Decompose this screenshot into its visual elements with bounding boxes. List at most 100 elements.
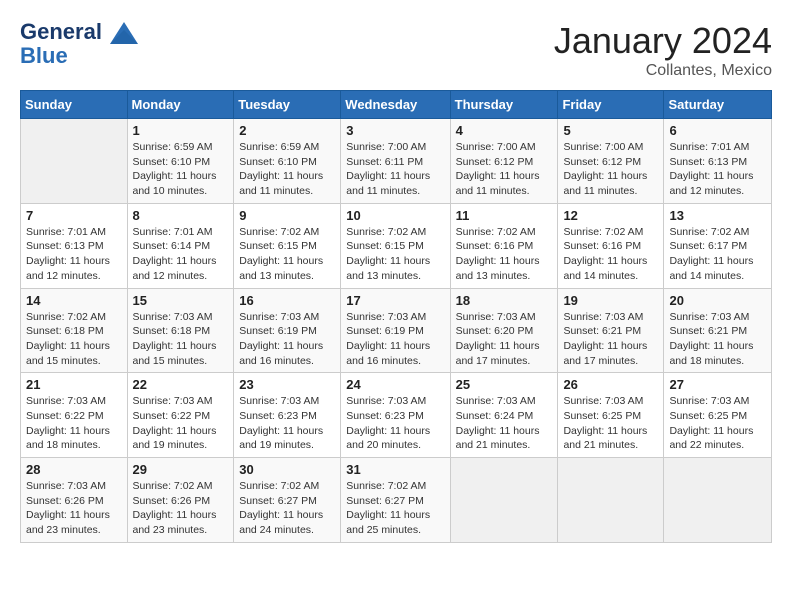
col-header-thursday: Thursday (450, 91, 558, 119)
day-number: 23 (239, 377, 335, 392)
week-row-2: 14 Sunrise: 7:02 AMSunset: 6:18 PMDayligh… (21, 288, 772, 373)
calendar-cell: 2Sunrise: 6:59 AMSunset: 6:10 PMDaylight… (234, 119, 341, 204)
cell-info: Sunrise: 7:02 AMSunset: 6:18 PMDaylight:… (26, 310, 122, 369)
calendar-cell: 3Sunrise: 7:00 AMSunset: 6:11 PMDaylight… (341, 119, 450, 204)
cell-info: Sunrise: 7:02 AMSunset: 6:17 PMDaylight:… (669, 225, 766, 284)
calendar-cell: 28 Sunrise: 7:03 AMSunset: 6:26 PMDayligh… (21, 458, 128, 543)
calendar-cell: 18 Sunrise: 7:03 AMSunset: 6:20 PMDayligh… (450, 288, 558, 373)
cell-info: Sunrise: 7:03 AMSunset: 6:22 PMDaylight:… (133, 394, 229, 453)
day-number: 12 (563, 208, 658, 223)
title-block: January 2024 Collantes, Mexico (554, 20, 772, 80)
cell-info: Sunrise: 7:00 AMSunset: 6:12 PMDaylight:… (456, 140, 553, 199)
month-title: January 2024 (554, 20, 772, 62)
calendar-cell: 9Sunrise: 7:02 AMSunset: 6:15 PMDaylight… (234, 203, 341, 288)
calendar-cell: 27 Sunrise: 7:03 AMSunset: 6:25 PMDayligh… (664, 373, 772, 458)
day-number: 20 (669, 293, 766, 308)
day-number: 29 (133, 462, 229, 477)
cell-info: Sunrise: 7:02 AMSunset: 6:27 PMDaylight:… (346, 479, 444, 538)
col-header-monday: Monday (127, 91, 234, 119)
cell-info: Sunrise: 7:03 AMSunset: 6:18 PMDaylight:… (133, 310, 229, 369)
day-number: 13 (669, 208, 766, 223)
cell-info: Sunrise: 7:01 AMSunset: 6:13 PMDaylight:… (26, 225, 122, 284)
day-number: 27 (669, 377, 766, 392)
column-headers: SundayMondayTuesdayWednesdayThursdayFrid… (21, 91, 772, 119)
day-number: 25 (456, 377, 553, 392)
cell-info: Sunrise: 7:03 AMSunset: 6:23 PMDaylight:… (346, 394, 444, 453)
calendar-cell: 25 Sunrise: 7:03 AMSunset: 6:24 PMDayligh… (450, 373, 558, 458)
cell-info: Sunrise: 7:03 AMSunset: 6:21 PMDaylight:… (563, 310, 658, 369)
logo-blue: Blue (20, 44, 138, 68)
calendar-cell: 16 Sunrise: 7:03 AMSunset: 6:19 PMDayligh… (234, 288, 341, 373)
cell-info: Sunrise: 7:01 AMSunset: 6:13 PMDaylight:… (669, 140, 766, 199)
calendar-cell: 20 Sunrise: 7:03 AMSunset: 6:21 PMDayligh… (664, 288, 772, 373)
col-header-sunday: Sunday (21, 91, 128, 119)
day-number: 24 (346, 377, 444, 392)
day-number: 6 (669, 123, 766, 138)
cell-info: Sunrise: 7:03 AMSunset: 6:26 PMDaylight:… (26, 479, 122, 538)
week-row-0: 1 Sunrise: 6:59 AMSunset: 6:10 PMDaylight… (21, 119, 772, 204)
calendar-cell: 17 Sunrise: 7:03 AMSunset: 6:19 PMDayligh… (341, 288, 450, 373)
day-number: 19 (563, 293, 658, 308)
day-number: 22 (133, 377, 229, 392)
calendar-cell: 12Sunrise: 7:02 AMSunset: 6:16 PMDayligh… (558, 203, 664, 288)
cell-info: Sunrise: 7:03 AMSunset: 6:21 PMDaylight:… (669, 310, 766, 369)
day-number: 16 (239, 293, 335, 308)
week-row-1: 7Sunrise: 7:01 AMSunset: 6:13 PMDaylight… (21, 203, 772, 288)
day-number: 28 (26, 462, 122, 477)
col-header-wednesday: Wednesday (341, 91, 450, 119)
calendar-body: 1 Sunrise: 6:59 AMSunset: 6:10 PMDaylight… (21, 119, 772, 543)
calendar-cell: 6 Sunrise: 7:01 AMSunset: 6:13 PMDaylight… (664, 119, 772, 204)
calendar-cell: 21Sunrise: 7:03 AMSunset: 6:22 PMDayligh… (21, 373, 128, 458)
day-number: 11 (456, 208, 553, 223)
cell-info: Sunrise: 7:02 AMSunset: 6:16 PMDaylight:… (456, 225, 553, 284)
cell-info: Sunrise: 7:03 AMSunset: 6:25 PMDaylight:… (669, 394, 766, 453)
calendar-cell: 15 Sunrise: 7:03 AMSunset: 6:18 PMDayligh… (127, 288, 234, 373)
cell-info: Sunrise: 7:00 AMSunset: 6:11 PMDaylight:… (346, 140, 444, 199)
day-number: 4 (456, 123, 553, 138)
col-header-tuesday: Tuesday (234, 91, 341, 119)
cell-info: Sunrise: 7:03 AMSunset: 6:25 PMDaylight:… (563, 394, 658, 453)
calendar-cell: 4 Sunrise: 7:00 AMSunset: 6:12 PMDaylight… (450, 119, 558, 204)
calendar-cell: 19 Sunrise: 7:03 AMSunset: 6:21 PMDayligh… (558, 288, 664, 373)
calendar-cell: 26Sunrise: 7:03 AMSunset: 6:25 PMDayligh… (558, 373, 664, 458)
calendar-cell: 10Sunrise: 7:02 AMSunset: 6:15 PMDayligh… (341, 203, 450, 288)
day-number: 15 (133, 293, 229, 308)
day-number: 31 (346, 462, 444, 477)
calendar-cell: 14 Sunrise: 7:02 AMSunset: 6:18 PMDayligh… (21, 288, 128, 373)
calendar-cell (21, 119, 128, 204)
page-header: General Blue January 2024 Collantes, Mex… (20, 20, 772, 80)
day-number: 21 (26, 377, 122, 392)
day-number: 18 (456, 293, 553, 308)
cell-info: Sunrise: 7:03 AMSunset: 6:23 PMDaylight:… (239, 394, 335, 453)
calendar-cell: 11 Sunrise: 7:02 AMSunset: 6:16 PMDayligh… (450, 203, 558, 288)
day-number: 30 (239, 462, 335, 477)
day-number: 1 (133, 123, 229, 138)
calendar-cell: 23 Sunrise: 7:03 AMSunset: 6:23 PMDayligh… (234, 373, 341, 458)
day-number: 8 (133, 208, 229, 223)
calendar-cell: 5Sunrise: 7:00 AMSunset: 6:12 PMDaylight… (558, 119, 664, 204)
day-number: 17 (346, 293, 444, 308)
location: Collantes, Mexico (554, 62, 772, 80)
cell-info: Sunrise: 7:03 AMSunset: 6:24 PMDaylight:… (456, 394, 553, 453)
day-number: 10 (346, 208, 444, 223)
calendar-cell: 24 Sunrise: 7:03 AMSunset: 6:23 PMDayligh… (341, 373, 450, 458)
week-row-3: 21 Sunrise: 7:03 AMSunset: 6:22 PMDayligh… (21, 373, 772, 458)
day-number: 14 (26, 293, 122, 308)
cell-info: Sunrise: 6:59 AMSunset: 6:10 PMDaylight:… (133, 140, 229, 199)
cell-info: Sunrise: 7:02 AMSunset: 6:15 PMDaylight:… (239, 225, 335, 284)
calendar-cell: 7Sunrise: 7:01 AMSunset: 6:13 PMDaylight… (21, 203, 128, 288)
calendar-cell: 30 Sunrise: 7:02 AMSunset: 6:27 PMDayligh… (234, 458, 341, 543)
calendar-table: SundayMondayTuesdayWednesdayThursdayFrid… (20, 90, 772, 543)
cell-info: Sunrise: 7:01 AMSunset: 6:14 PMDaylight:… (133, 225, 229, 284)
week-row-4: 28 Sunrise: 7:03 AMSunset: 6:26 PMDayligh… (21, 458, 772, 543)
cell-info: Sunrise: 7:03 AMSunset: 6:19 PMDaylight:… (346, 310, 444, 369)
cell-info: Sunrise: 7:03 AMSunset: 6:20 PMDaylight:… (456, 310, 553, 369)
cell-info: Sunrise: 7:02 AMSunset: 6:27 PMDaylight:… (239, 479, 335, 538)
cell-info: Sunrise: 7:03 AMSunset: 6:19 PMDaylight:… (239, 310, 335, 369)
calendar-cell: 29 Sunrise: 7:02 AMSunset: 6:26 PMDayligh… (127, 458, 234, 543)
day-number: 2 (239, 123, 335, 138)
calendar-cell (664, 458, 772, 543)
logo-icon (110, 22, 138, 44)
cell-info: Sunrise: 7:02 AMSunset: 6:26 PMDaylight:… (133, 479, 229, 538)
day-number: 5 (563, 123, 658, 138)
